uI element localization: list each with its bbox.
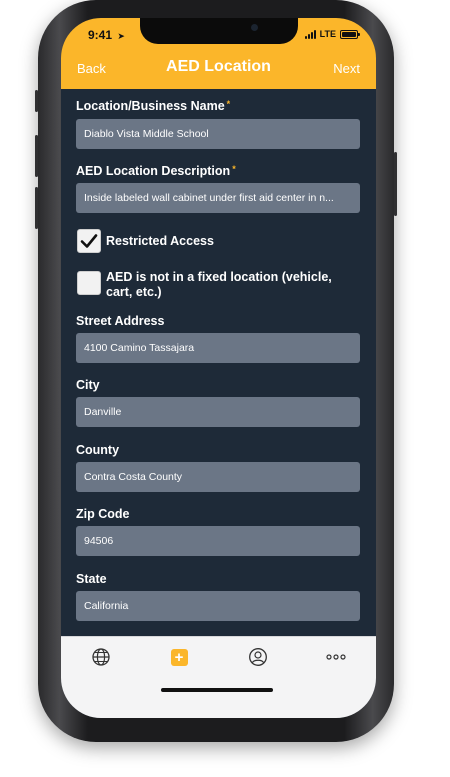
business-name-input[interactable]: Diablo Vista Middle School bbox=[76, 119, 360, 149]
battery-icon bbox=[340, 29, 360, 39]
next-button[interactable]: Next bbox=[333, 61, 360, 76]
state-label: State bbox=[76, 572, 107, 586]
status-indicators: LTE bbox=[304, 29, 360, 39]
tab-add[interactable]: + bbox=[167, 646, 191, 668]
status-time-text: 9:41 bbox=[88, 28, 113, 42]
checkmark-icon bbox=[80, 234, 98, 248]
state-input[interactable]: California bbox=[76, 591, 360, 621]
camera-icon bbox=[251, 24, 258, 31]
signal-icon bbox=[304, 29, 316, 39]
globe-icon bbox=[92, 648, 110, 666]
city-input[interactable]: Danville bbox=[76, 397, 360, 427]
tab-profile[interactable] bbox=[246, 646, 270, 668]
user-icon bbox=[249, 648, 267, 666]
volume-down-button bbox=[35, 187, 38, 229]
tab-more[interactable] bbox=[324, 646, 348, 668]
tab-map[interactable] bbox=[89, 646, 113, 668]
not-fixed-location-checkbox[interactable] bbox=[77, 271, 101, 295]
city-label: City bbox=[76, 378, 100, 392]
power-button bbox=[394, 152, 397, 216]
zip-code-label: Zip Code bbox=[76, 507, 130, 521]
notch bbox=[140, 18, 298, 44]
volume-up-button bbox=[35, 135, 38, 177]
home-indicator[interactable] bbox=[161, 688, 273, 692]
restricted-access-label[interactable]: Restricted Access bbox=[106, 234, 356, 249]
screen: 9:41 ➤ LTE Back AED Location Next Locati… bbox=[61, 18, 376, 718]
more-icon bbox=[326, 654, 346, 660]
business-name-label-text: Location/Business Name bbox=[76, 99, 225, 113]
status-time: 9:41 ➤ bbox=[88, 28, 125, 42]
required-mark: * bbox=[226, 99, 231, 109]
business-name-label: Location/Business Name * bbox=[76, 99, 230, 113]
zip-code-input[interactable]: 94506 bbox=[76, 526, 360, 556]
add-icon: + bbox=[170, 648, 188, 666]
tab-bar: + bbox=[61, 636, 376, 718]
county-label: County bbox=[76, 443, 120, 457]
not-fixed-location-label[interactable]: AED is not in a fixed location (vehicle,… bbox=[106, 270, 356, 300]
network-type: LTE bbox=[319, 29, 336, 39]
page-title: AED Location bbox=[166, 58, 271, 75]
street-address-label: Street Address bbox=[76, 314, 165, 328]
description-label: AED Location Description * bbox=[76, 164, 236, 178]
aed-location-form: Location/Business Name * Diablo Vista Mid… bbox=[61, 89, 376, 636]
restricted-access-checkbox[interactable] bbox=[77, 229, 101, 253]
location-arrow-icon: ➤ bbox=[117, 31, 125, 41]
county-input[interactable]: Contra Costa County bbox=[76, 462, 360, 492]
description-input[interactable]: Inside labeled wall cabinet under first … bbox=[76, 183, 360, 213]
description-label-text: AED Location Description bbox=[76, 164, 231, 178]
required-mark: * bbox=[232, 164, 236, 174]
street-address-input[interactable]: 4100 Camino Tassajara bbox=[76, 333, 360, 363]
side-button bbox=[35, 90, 38, 112]
